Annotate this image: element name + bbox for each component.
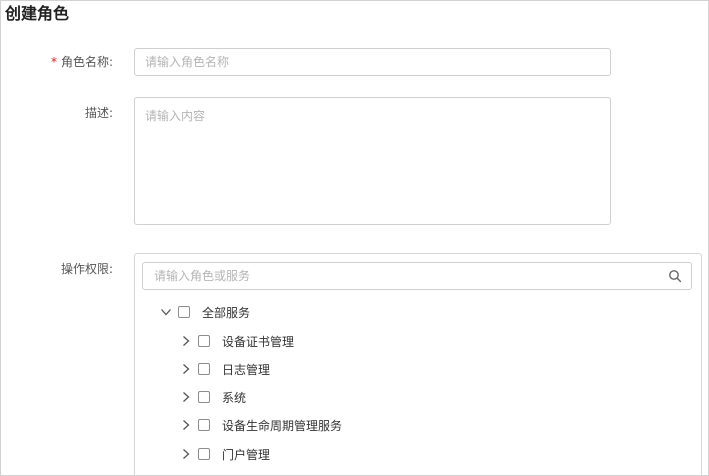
tree-node-log-mgmt[interactable]: 日志管理 [180,359,270,379]
description-placeholder: 请输入内容 [145,109,206,123]
required-mark: * [50,55,57,69]
tree-node-device-lifecycle[interactable]: 设备生命周期管理服务 [180,415,342,435]
tree-node-label: 门户管理 [222,447,271,462]
role-name-input[interactable]: 请输入角色名称 [134,48,611,76]
checkbox-portal-mgmt[interactable] [198,448,210,460]
permissions-search-input[interactable]: 请输入角色或服务 [142,262,692,290]
checkbox-device-cert-mgmt[interactable] [198,335,210,347]
tree-node-label: 设备生命周期管理服务 [222,418,343,433]
tree-node-device-cert-mgmt[interactable]: 设备证书管理 [180,331,294,351]
chevron-right-icon[interactable] [180,363,192,375]
permissions-search-placeholder: 请输入角色或服务 [154,269,251,283]
chevron-down-icon[interactable] [160,306,172,318]
checkbox-all-services[interactable] [178,306,190,318]
search-icon[interactable] [668,269,682,283]
role-name-label-text: 角色名称: [60,55,113,69]
permissions-label: 操作权限: [60,262,113,276]
chevron-right-icon[interactable] [180,335,192,347]
tree-node-label: 日志管理 [222,362,271,377]
role-name-placeholder: 请输入角色名称 [145,55,230,69]
checkbox-log-mgmt[interactable] [198,363,210,375]
chevron-right-icon[interactable] [180,448,192,460]
description-label: 描述: [84,106,113,120]
tree-node-label: 全部服务 [202,305,251,320]
role-name-label: * 角色名称: [1,54,113,70]
permissions-panel: 请输入角色或服务 全部服务 设备证书管理 日志管理 系统 设备生命周期管理服务 … [134,253,702,475]
checkbox-system[interactable] [198,391,210,403]
tree-node-all-services[interactable]: 全部服务 [160,302,250,322]
chevron-right-icon[interactable] [180,419,192,431]
chevron-right-icon[interactable] [180,391,192,403]
checkbox-device-lifecycle[interactable] [198,419,210,431]
create-role-page: 创建角色 * 角色名称: 请输入角色名称 描述: 请输入内容 操作权限: 请输入角… [0,0,709,476]
page-title: 创建角色 [5,4,70,23]
tree-node-portal-mgmt[interactable]: 门户管理 [180,444,270,464]
tree-node-system[interactable]: 系统 [180,387,246,407]
tree-node-label: 系统 [222,390,247,405]
tree-node-label: 设备证书管理 [222,334,295,349]
description-textarea[interactable]: 请输入内容 [134,97,611,225]
